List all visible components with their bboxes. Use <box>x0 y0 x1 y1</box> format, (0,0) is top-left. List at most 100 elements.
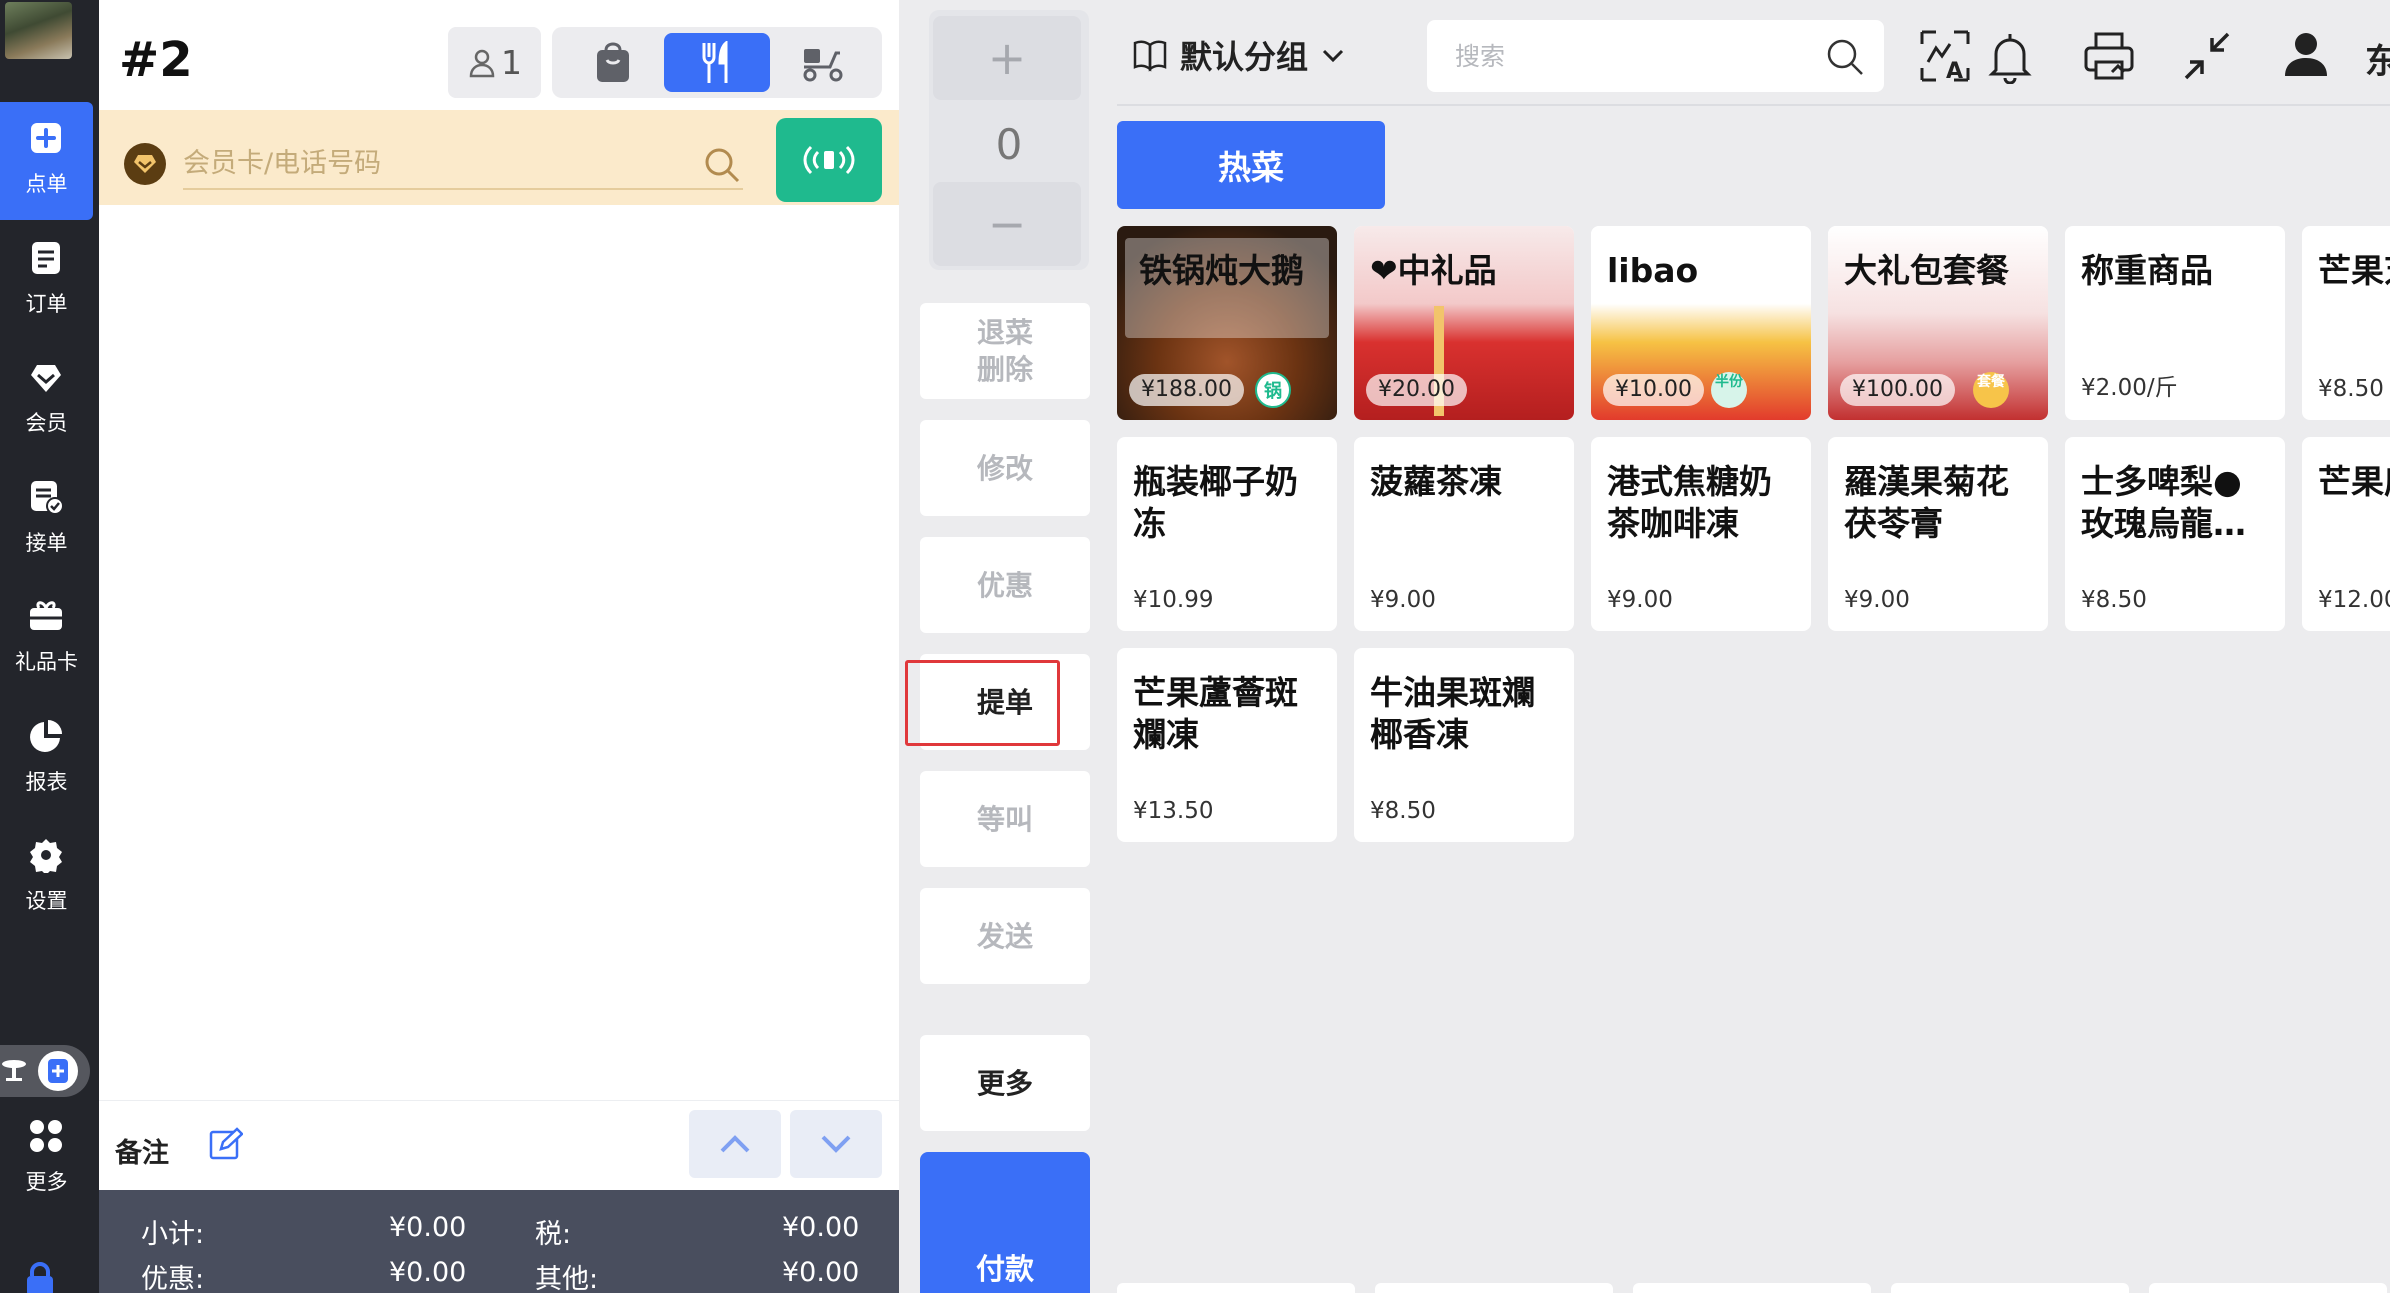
sidebar-item-report[interactable]: 报表 <box>0 700 93 818</box>
sidebar: 点单 订单 会员 接单 礼品卡 报表 设置 更多 <box>0 0 99 1293</box>
nfc-read-card-button[interactable] <box>776 118 882 202</box>
sidebar-item-more[interactable]: 更多 <box>0 1100 93 1218</box>
menu-item-name: 称重商品 <box>2081 251 2213 290</box>
menu-item-card[interactable]: 菠蘿茶凍 ¥9.00 <box>1354 437 1574 631</box>
menu-item-card[interactable]: 大礼包套餐 ¥100.00 套餐 <box>1828 226 2048 420</box>
quick-order-icon <box>38 1051 78 1091</box>
more-actions-button[interactable]: 更多 <box>920 1035 1090 1131</box>
guest-count-button[interactable]: 1 <box>448 27 541 98</box>
user-avatar-icon[interactable] <box>2279 28 2333 84</box>
modify-button[interactable]: 修改 <box>920 420 1090 516</box>
menu-item-price: ¥2.00/斤 <box>2081 375 2178 401</box>
menu-item-card[interactable]: 港式焦糖奶茶咖啡凍 ¥9.00 <box>1591 437 1811 631</box>
pay-button[interactable]: 付款 <box>920 1152 1090 1293</box>
item-tag-badge: 锅 <box>1255 372 1291 408</box>
sidebar-item-label: 订单 <box>25 292 68 316</box>
menu-item-name: 牛油果斑斕椰香凍 <box>1370 673 1535 754</box>
edit-note-icon[interactable] <box>209 1127 243 1161</box>
menu-item-price: ¥100.00 <box>1840 374 1955 406</box>
pagination-strip <box>1633 1283 1871 1293</box>
translate-icon[interactable]: A <box>1918 28 1972 84</box>
item-tag-badge: 套餐 <box>1973 372 2009 408</box>
menu-item-card[interactable]: ❤中礼品 ¥20.00 <box>1354 226 1574 420</box>
nfc-icon <box>803 145 855 175</box>
hold-button[interactable]: 等叫 <box>920 771 1090 867</box>
sidebar-item-member[interactable]: 会员 <box>0 341 93 459</box>
sidebar-item-giftcard[interactable]: 礼品卡 <box>0 580 93 698</box>
menu-item-name: 大礼包套餐 <box>1844 251 2009 290</box>
menu-item-name: 瓶装椰子奶冻 <box>1133 462 1298 543</box>
quantity-plus-button[interactable]: + <box>933 16 1081 100</box>
subtotal-label: 小计: <box>141 1219 205 1250</box>
category-tab-hot-dishes[interactable]: 热菜 <box>1117 121 1385 209</box>
fork-knife-icon <box>702 40 728 83</box>
scooter-icon <box>803 48 843 81</box>
menu-item-name: 芒果芝 <box>2318 251 2390 290</box>
search-icon[interactable] <box>703 146 741 184</box>
user-name[interactable]: 东 <box>2365 34 2390 83</box>
add-order-icon <box>31 123 61 153</box>
submit-order-button[interactable]: 提单 <box>920 654 1090 750</box>
printer-icon[interactable] <box>2082 28 2136 84</box>
menu-item-card[interactable]: 芒果庐 ¥12.00 <box>2302 437 2390 631</box>
dine-in-mode-button[interactable] <box>664 33 770 92</box>
chevron-down-icon <box>1322 49 1344 63</box>
menu-search-input[interactable] <box>1455 32 1815 80</box>
menu-item-name: 菠蘿茶凍 <box>1370 462 1502 501</box>
discount-button[interactable]: 优惠 <box>920 537 1090 633</box>
guest-count: 1 <box>501 43 522 82</box>
menu-item-card[interactable]: 瓶装椰子奶冻 ¥10.99 <box>1117 437 1337 631</box>
menu-item-card[interactable]: libao ¥10.00 半份 <box>1591 226 1811 420</box>
quantity-minus-button[interactable]: − <box>933 182 1081 266</box>
sidebar-item-accept[interactable]: 接单 <box>0 461 93 579</box>
menu-item-name: 士多啤梨●玫瑰烏龍… <box>2081 462 2246 543</box>
menu-item-name: 芒果庐 <box>2318 462 2390 501</box>
action-column: + 0 − 退菜 删除 修改 优惠 提单 等叫 发送 更多 付款 <box>899 0 1117 1293</box>
search-icon[interactable] <box>1826 38 1864 76</box>
menu-item-card[interactable]: 芒果芝 ¥8.50 <box>2302 226 2390 420</box>
group-name: 默认分组 <box>1180 38 1309 76</box>
quantity-value: 0 <box>995 120 1023 169</box>
bell-icon[interactable] <box>1983 28 2037 84</box>
send-button[interactable]: 发送 <box>920 888 1090 984</box>
settings-icon <box>30 839 62 873</box>
menu-item-card[interactable]: 羅漢果菊花茯苓膏 ¥9.00 <box>1828 437 2048 631</box>
sidebar-item-order[interactable]: 点单 <box>0 102 93 220</box>
pagination-strip <box>1891 1283 2129 1293</box>
menu-item-card[interactable]: 铁锅炖大鹅 ¥188.00 锅 <box>1117 226 1337 420</box>
quick-switch-toggle[interactable] <box>0 1045 90 1097</box>
collapse-icon[interactable] <box>2180 28 2234 84</box>
void-delete-button[interactable]: 退菜 删除 <box>920 303 1090 399</box>
delivery-mode-button[interactable] <box>770 33 876 92</box>
report-icon <box>30 720 62 752</box>
store-avatar[interactable] <box>5 2 72 59</box>
note-label: 备注 <box>115 1138 169 1169</box>
scroll-up-button[interactable] <box>689 1110 781 1178</box>
order-panel: #2 1 备注 小计: ¥0.00 <box>99 0 899 1293</box>
sidebar-item-label: 报表 <box>25 770 68 794</box>
delete-label: 删除 <box>976 353 1033 386</box>
menu-item-card[interactable]: 称重商品 ¥2.00/斤 <box>2065 226 2285 420</box>
member-search-input[interactable] <box>183 138 743 190</box>
order-number: #2 <box>119 32 193 88</box>
lock-icon[interactable] <box>22 1262 58 1293</box>
pagination-strip <box>1117 1283 1355 1293</box>
menu-area: 默认分组 A 东 热菜 铁锅炖大鹅 ¥188.00 锅 ❤中礼品 ¥20.00 … <box>1117 0 2390 1293</box>
sidebar-item-orders[interactable]: 订单 <box>0 222 93 340</box>
takeaway-mode-button[interactable] <box>560 33 666 92</box>
menu-item-card[interactable]: 芒果蘆薈斑斕凍 ¥13.50 <box>1117 648 1337 842</box>
menu-search-box <box>1427 20 1884 92</box>
sidebar-item-settings[interactable]: 设置 <box>0 819 93 937</box>
menu-item-name: 铁锅炖大鹅 <box>1139 251 1304 290</box>
tax-value: ¥0.00 <box>782 1212 860 1243</box>
order-totals: 小计: ¥0.00 税: ¥0.00 优惠: ¥0.00 其他: ¥0.00 <box>99 1190 899 1293</box>
chevron-down-icon <box>821 1135 851 1153</box>
discount-label: 优惠: <box>141 1264 205 1293</box>
more-icon <box>30 1120 62 1152</box>
scroll-down-button[interactable] <box>790 1110 882 1178</box>
menu-item-card[interactable]: 士多啤梨●玫瑰烏龍… ¥8.50 <box>2065 437 2285 631</box>
menu-item-price: ¥9.00 <box>1370 587 1436 613</box>
group-selector[interactable]: 默认分组 <box>1132 32 1346 78</box>
chevron-up-icon <box>720 1135 750 1153</box>
menu-item-card[interactable]: 牛油果斑斕椰香凍 ¥8.50 <box>1354 648 1574 842</box>
